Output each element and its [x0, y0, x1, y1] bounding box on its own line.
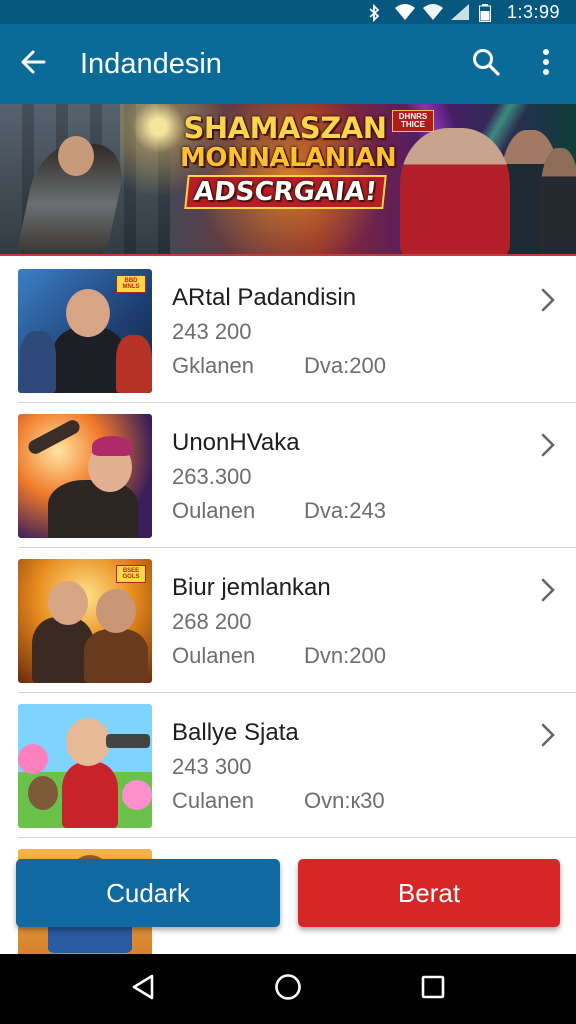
item-count: 243 200	[172, 318, 252, 344]
item-meta-right: Ovn:к30	[304, 787, 385, 813]
page-title: Indandesin	[80, 47, 222, 80]
item-thumbnail: BSEE GOLS	[18, 558, 152, 683]
chevron-right-icon	[524, 276, 572, 324]
item-info: UnonHVaka 263.300 Oulanen Dva:243	[152, 427, 524, 525]
item-thumbnail	[18, 413, 152, 538]
item-meta: Gklanen Dva:200	[172, 353, 524, 379]
search-button[interactable]	[456, 24, 516, 104]
status-bar: 1:3:99	[0, 0, 576, 24]
banner-hero-head	[58, 136, 94, 176]
chevron-right-icon	[524, 566, 572, 614]
banner-headline-line-1: SHAMASZAN	[183, 111, 387, 145]
thumb-hair	[92, 435, 132, 456]
nav-recents-button[interactable]	[403, 959, 463, 1019]
item-meta: Oulanen Dva:243	[172, 498, 524, 524]
item-thumbnail: BBD MNLS	[18, 268, 152, 393]
promo-banner[interactable]: DHNRS THICE SHAMASZAN MONNALANIAN ADSCRG…	[0, 104, 576, 256]
thumb-face	[48, 580, 88, 625]
item-count: 243 300	[172, 753, 252, 779]
list-item[interactable]: UnonHVaka 263.300 Oulanen Dva:243	[0, 403, 576, 548]
status-time: 1:3:99	[506, 1, 560, 22]
signal-icon	[422, 4, 443, 20]
nav-back-button[interactable]	[113, 959, 173, 1019]
item-meta-left: Oulanen	[172, 497, 256, 523]
item-meta: Culanen Ovn:к30	[172, 788, 524, 814]
thumb-badge: BBD MNLS	[116, 274, 146, 293]
item-count: 263.300	[172, 463, 252, 489]
thumb-face-2	[28, 775, 58, 810]
nav-home-icon	[274, 973, 302, 1006]
berat-button[interactable]: Berat	[298, 859, 560, 927]
banner-badge: DHNRS THICE	[392, 110, 434, 132]
thumb-badge: BSEE GOLS	[116, 564, 146, 583]
item-info: Biur jemlankan 268 200 Oulanen Dvn:200	[152, 572, 524, 670]
back-arrow-icon	[20, 49, 46, 80]
banner-singer-figure	[400, 128, 510, 254]
nav-back-icon	[131, 974, 155, 1005]
banner-headline: SHAMASZAN MONNALANIAN ADSCRGAIA!	[180, 111, 397, 209]
thumb-figure-3	[116, 334, 152, 393]
list-item[interactable]: Ballye Sjata 243 300 Culanen Ovn:к30	[0, 693, 576, 838]
banner-band-member-2	[540, 148, 576, 254]
thumb-camera	[106, 733, 150, 748]
cudark-button[interactable]: Cudark	[16, 859, 280, 927]
screen: 1:3:99 Indandesin DHNRS THICE SHAMASZAN …	[0, 0, 576, 1024]
list-item[interactable]: BBD MNLS ARtal Padandisin 243 200 Gklane…	[0, 258, 576, 403]
overflow-menu-button[interactable]	[516, 24, 576, 104]
banner-headline-line-2: MONNALANIAN	[180, 143, 397, 173]
search-icon	[472, 48, 500, 81]
item-info: Ballye Sjata 243 300 Culanen Ovn:к30	[152, 717, 524, 815]
list-item[interactable]: BSEE GOLS Biur jemlankan 268 200 Oulanen…	[0, 548, 576, 693]
item-count: 268 200	[172, 608, 252, 634]
bluetooth-icon	[367, 3, 385, 23]
cellular-icon	[450, 4, 469, 20]
thumb-face	[66, 717, 110, 766]
item-info: ARtal Padandisin 243 200 Gklanen Dva:200	[152, 282, 524, 380]
banner-headline-line-3: ADSCRGAIA!	[183, 175, 387, 209]
thumb-figure-2	[20, 330, 56, 393]
thumb-figure-2	[84, 628, 148, 683]
system-nav-bar	[0, 954, 576, 1024]
item-meta-right: Dvn:200	[304, 642, 386, 668]
thumb-arm	[25, 417, 83, 456]
app-bar: Indandesin	[0, 24, 576, 104]
thumb-flower-2	[122, 779, 152, 810]
item-meta-left: Oulanen	[172, 642, 256, 668]
back-button[interactable]	[0, 24, 66, 104]
item-name: Biur jemlankan	[172, 573, 331, 601]
thumb-face-2	[96, 588, 136, 633]
item-thumbnail	[18, 703, 152, 828]
thumb-figure	[48, 479, 138, 538]
thumb-face	[66, 288, 110, 337]
chevron-right-icon	[524, 711, 572, 759]
item-name: UnonHVaka	[172, 428, 300, 456]
thumb-flower	[18, 743, 48, 774]
item-meta-right: Dva:200	[304, 352, 386, 378]
wifi-icon	[394, 4, 415, 20]
item-name: ARtal Padandisin	[172, 283, 357, 311]
more-vert-icon	[542, 48, 550, 81]
item-meta-left: Culanen	[172, 787, 254, 813]
nav-home-button[interactable]	[258, 959, 318, 1019]
battery-icon	[478, 4, 497, 22]
item-meta: Oulanen Dvn:200	[172, 643, 524, 669]
item-name: Ballye Sjata	[172, 718, 299, 746]
item-meta-right: Dva:243	[304, 497, 386, 523]
chevron-right-icon	[524, 421, 572, 469]
thumb-figure	[62, 761, 118, 828]
nav-recents-icon	[421, 975, 445, 1004]
item-meta-left: Gklanen	[172, 352, 254, 378]
